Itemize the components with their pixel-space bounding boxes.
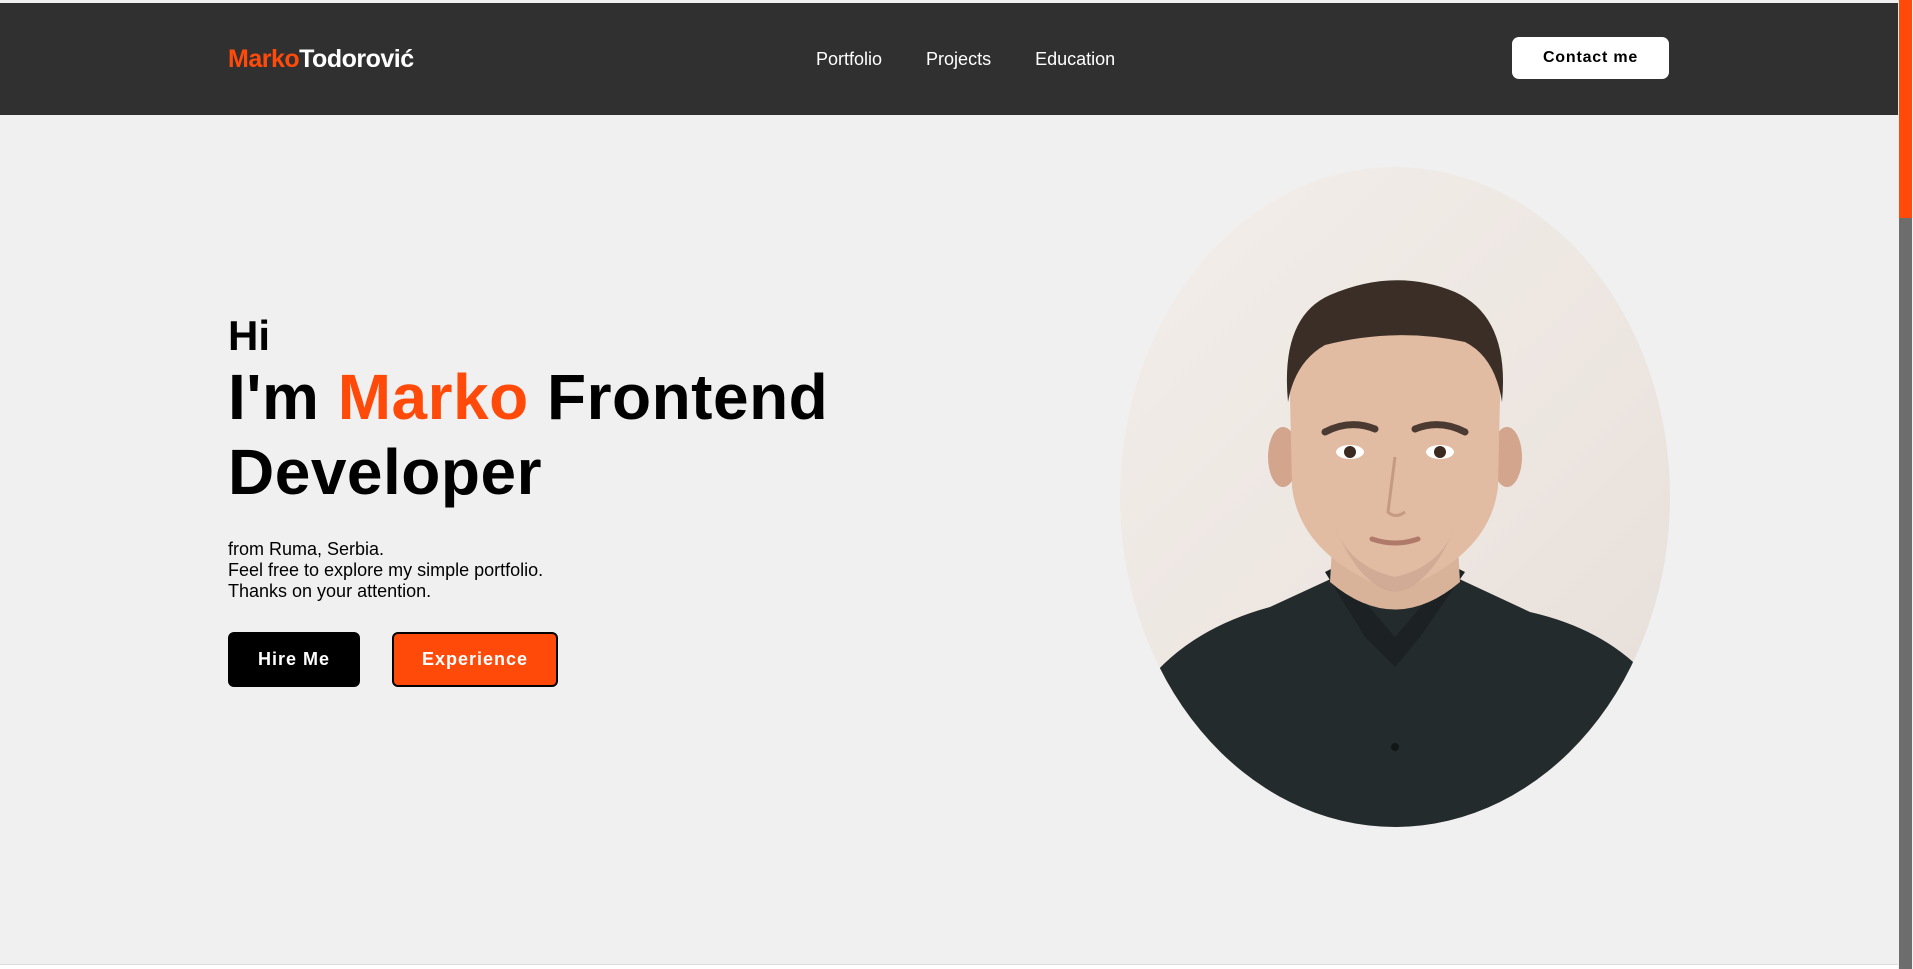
headline-prefix: I'm — [228, 361, 338, 433]
page-viewport: Marko Todorović Portfolio Projects Educat… — [0, 0, 1898, 965]
hero-greeting: Hi — [228, 312, 270, 359]
main-nav: Portfolio Projects Education — [816, 3, 1159, 115]
contact-button[interactable]: Contact me — [1512, 37, 1669, 79]
hero-headline: I'm Marko Frontend Developer — [228, 360, 868, 510]
description-line: Thanks on your attention. — [228, 581, 432, 601]
hero-actions: Hire Me Experience — [228, 632, 868, 687]
hire-me-button[interactable]: Hire Me — [228, 632, 360, 687]
profile-photo-illustration — [1120, 280, 1670, 827]
experience-button[interactable]: Experience — [392, 632, 558, 687]
description-line: Feel free to explore my simple portfolio… — [228, 560, 544, 580]
logo-first-name: Marko — [228, 44, 300, 73]
headline-role: Frontend — [528, 361, 829, 433]
hero-description: from Ruma, Serbia. Feel free to explore … — [228, 539, 868, 602]
site-logo[interactable]: Marko Todorović — [228, 3, 414, 115]
hero-intro: Hi I'm Marko Frontend Developer from Rum… — [228, 312, 868, 687]
nav-link-projects[interactable]: Projects — [926, 49, 991, 70]
scrollbar-thumb[interactable] — [1899, 0, 1912, 218]
description-line: from Ruma, Serbia. — [228, 539, 385, 559]
profile-photo — [1120, 167, 1670, 827]
nav-link-education[interactable]: Education — [1035, 49, 1115, 70]
headline-name: Marko — [337, 361, 529, 433]
logo-last-name: Todorović — [299, 44, 414, 73]
nav-link-portfolio[interactable]: Portfolio — [816, 49, 882, 70]
headline-role-continued: Developer — [228, 436, 542, 508]
navbar: Marko Todorović Portfolio Projects Educat… — [0, 3, 1898, 115]
scrollbar-track[interactable] — [1899, 108, 1912, 969]
